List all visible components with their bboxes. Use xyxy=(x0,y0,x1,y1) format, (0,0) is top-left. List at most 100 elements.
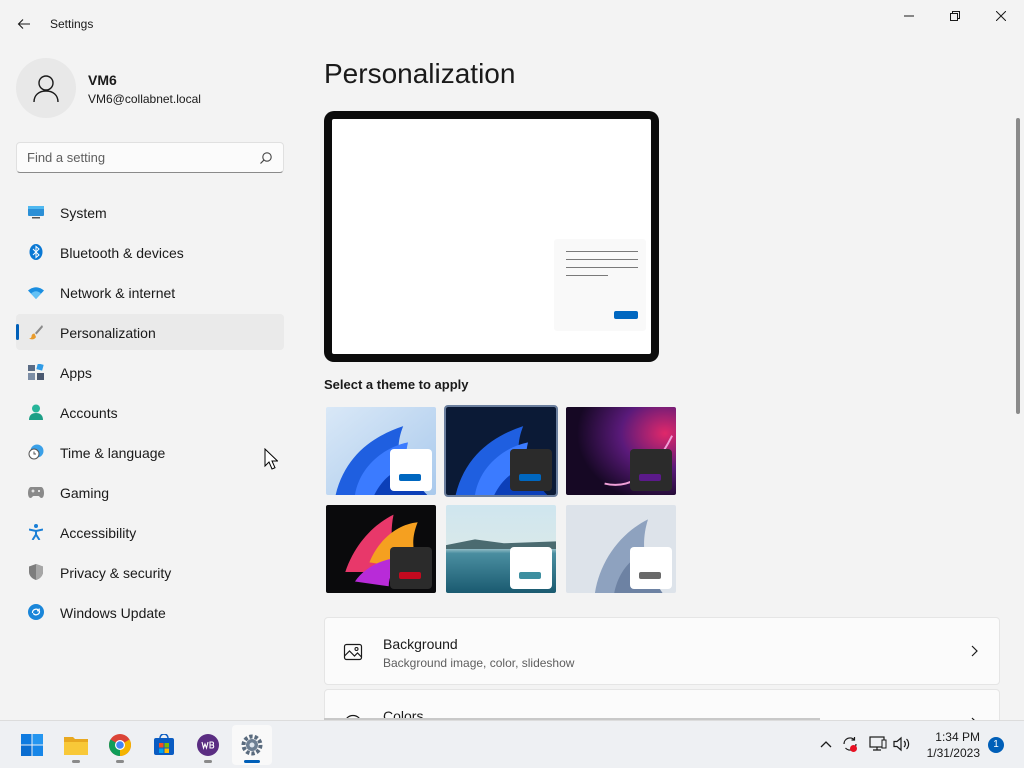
close-icon xyxy=(996,11,1006,21)
sidebar-item-accessibility[interactable]: Accessibility xyxy=(16,514,284,550)
sidebar-item-label: Windows Update xyxy=(60,605,166,621)
wifi-icon xyxy=(28,284,44,300)
accent-swatch xyxy=(639,572,661,579)
system-icon xyxy=(28,204,44,220)
sidebar-item-label: Accounts xyxy=(60,405,118,421)
theme-windows-light[interactable] xyxy=(324,405,438,497)
sidebar-item-gaming[interactable]: Gaming xyxy=(16,474,284,510)
accounts-icon xyxy=(28,404,44,420)
card-subtitle: Background image, color, slideshow xyxy=(383,656,575,670)
theme-captured-motion[interactable] xyxy=(324,503,438,595)
sidebar-item-network[interactable]: Network & internet xyxy=(16,274,284,310)
tray-volume[interactable] xyxy=(893,735,911,753)
sidebar-item-label: System xyxy=(60,205,107,221)
sidebar-item-apps[interactable]: Apps xyxy=(16,354,284,390)
accent-swatch xyxy=(639,474,661,481)
taskbar: 1:34 PM 1/31/2023 1 xyxy=(0,720,1024,768)
minimize-button[interactable] xyxy=(886,0,932,32)
sidebar-item-bluetooth[interactable]: Bluetooth & devices xyxy=(16,234,284,270)
sidebar-item-windows-update[interactable]: Windows Update xyxy=(16,594,284,630)
notification-badge[interactable]: 1 xyxy=(988,737,1004,753)
start-button[interactable] xyxy=(12,725,52,765)
tray-network[interactable] xyxy=(869,735,887,753)
sidebar-item-label: Network & internet xyxy=(60,285,176,301)
taskbar-chrome[interactable] xyxy=(100,725,140,765)
preview-window xyxy=(554,239,646,331)
preview-button xyxy=(614,311,638,319)
search-box xyxy=(16,142,284,173)
search-icon[interactable] xyxy=(259,151,273,165)
chevron-right-icon xyxy=(971,645,978,657)
taskbar-clock[interactable]: 1:34 PM 1/31/2023 xyxy=(912,729,980,761)
search-input[interactable] xyxy=(17,143,247,172)
preview-line xyxy=(566,259,638,260)
theme-flow[interactable] xyxy=(564,503,678,595)
clock-globe-icon xyxy=(28,444,44,460)
sidebar-item-label: Personalization xyxy=(60,325,156,341)
sidebar-item-label: Bluetooth & devices xyxy=(60,245,184,261)
title-bar: Settings xyxy=(0,0,1024,48)
sidebar-item-label: Apps xyxy=(60,365,92,381)
back-button[interactable] xyxy=(8,8,40,40)
chrome-icon xyxy=(109,734,131,756)
file-explorer-icon xyxy=(64,737,88,755)
theme-chip xyxy=(390,449,432,491)
active-indicator xyxy=(244,760,260,763)
sidebar-item-time-language[interactable]: Time & language xyxy=(16,434,284,470)
network-wired-icon xyxy=(869,736,887,751)
running-indicator xyxy=(116,760,124,763)
clock-date: 1/31/2023 xyxy=(926,746,980,760)
bluetooth-icon xyxy=(28,244,44,260)
vertical-scrollbar[interactable] xyxy=(1016,118,1020,414)
store-icon xyxy=(154,734,174,755)
theme-chip xyxy=(510,547,552,589)
preview-line xyxy=(566,275,608,276)
accent-swatch xyxy=(519,572,541,579)
gamepad-icon xyxy=(28,484,44,500)
clock-time: 1:34 PM xyxy=(935,730,980,744)
taskbar-store[interactable] xyxy=(144,725,184,765)
sync-alert-icon xyxy=(843,737,857,752)
theme-glow[interactable] xyxy=(564,405,678,497)
app-title: Settings xyxy=(50,17,94,31)
sidebar-item-label: Time & language xyxy=(60,445,166,461)
sidebar-item-label: Privacy & security xyxy=(60,565,172,581)
user-profile[interactable]: VM6 VM6@collabnet.local xyxy=(16,58,286,118)
theme-chip xyxy=(510,449,552,491)
person-icon xyxy=(33,75,59,103)
tray-sync-status[interactable] xyxy=(841,735,859,753)
taskbar-file-explorer[interactable] xyxy=(56,725,96,765)
taskbar-wb-app[interactable] xyxy=(188,725,228,765)
minimize-icon xyxy=(904,15,914,17)
background-setting-card[interactable]: Background Background image, color, slid… xyxy=(324,617,1000,685)
theme-gallery xyxy=(324,405,680,597)
maximize-button[interactable] xyxy=(932,0,978,32)
back-arrow-icon xyxy=(17,19,30,29)
running-indicator xyxy=(204,760,212,763)
preview-desktop xyxy=(332,119,651,354)
sidebar-item-system[interactable]: System xyxy=(16,194,284,230)
themes-heading: Select a theme to apply xyxy=(324,377,469,392)
theme-chip xyxy=(630,449,672,491)
theme-preview xyxy=(324,111,659,362)
taskbar-settings[interactable] xyxy=(232,725,272,765)
chevron-up-icon xyxy=(820,741,832,748)
close-button[interactable] xyxy=(978,0,1024,32)
running-indicator xyxy=(72,760,80,763)
volume-icon xyxy=(893,736,910,752)
settings-icon xyxy=(241,734,263,756)
accessibility-icon xyxy=(28,524,44,540)
sidebar-item-accounts[interactable]: Accounts xyxy=(16,394,284,430)
sidebar-item-personalization[interactable]: Personalization xyxy=(16,314,284,350)
start-icon xyxy=(21,734,43,756)
sidebar-item-privacy[interactable]: Privacy & security xyxy=(16,554,284,590)
accent-swatch xyxy=(399,474,421,481)
avatar xyxy=(16,58,76,118)
accent-swatch xyxy=(399,572,421,579)
theme-windows-dark[interactable] xyxy=(444,405,558,497)
preview-line xyxy=(566,267,638,268)
restore-icon xyxy=(950,11,960,21)
show-hidden-icons-button[interactable] xyxy=(817,735,835,753)
theme-sunrise[interactable] xyxy=(444,503,558,595)
sidebar-item-label: Gaming xyxy=(60,485,110,501)
